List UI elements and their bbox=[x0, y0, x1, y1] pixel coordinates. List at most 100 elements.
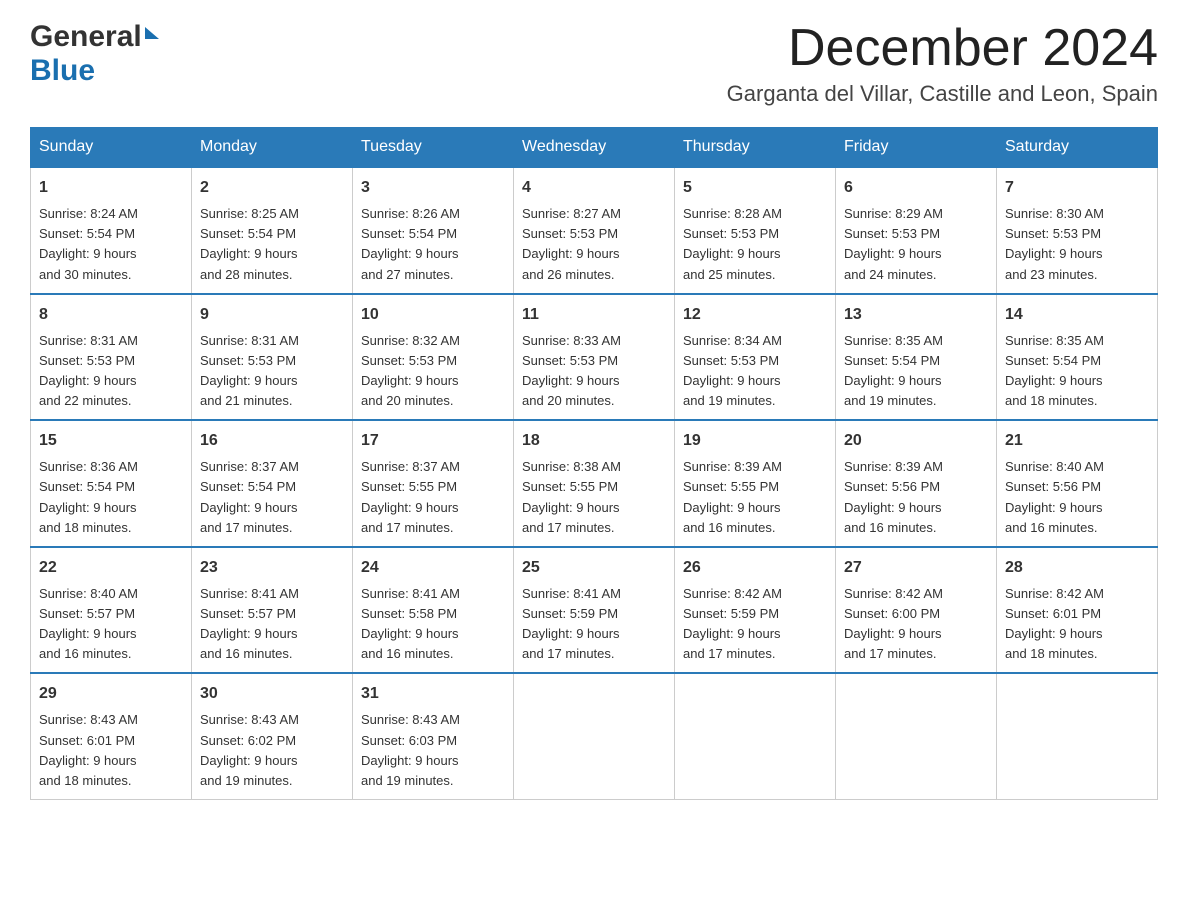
day-info: Sunrise: 8:32 AMSunset: 5:53 PMDaylight:… bbox=[361, 331, 505, 412]
day-number: 13 bbox=[844, 303, 988, 327]
calendar-cell bbox=[675, 673, 836, 799]
day-info: Sunrise: 8:28 AMSunset: 5:53 PMDaylight:… bbox=[683, 204, 827, 285]
day-header-wednesday: Wednesday bbox=[514, 128, 675, 168]
calendar-cell: 1 Sunrise: 8:24 AMSunset: 5:54 PMDaylight… bbox=[31, 167, 192, 294]
day-number: 21 bbox=[1005, 429, 1149, 453]
calendar-cell: 28 Sunrise: 8:42 AMSunset: 6:01 PMDayligh… bbox=[997, 547, 1158, 674]
location-title: Garganta del Villar, Castille and Leon, … bbox=[727, 81, 1158, 107]
calendar-cell: 15 Sunrise: 8:36 AMSunset: 5:54 PMDayligh… bbox=[31, 420, 192, 547]
day-number: 4 bbox=[522, 176, 666, 200]
day-number: 22 bbox=[39, 556, 183, 580]
day-number: 23 bbox=[200, 556, 344, 580]
day-info: Sunrise: 8:31 AMSunset: 5:53 PMDaylight:… bbox=[39, 331, 183, 412]
day-info: Sunrise: 8:41 AMSunset: 5:58 PMDaylight:… bbox=[361, 584, 505, 665]
day-header-monday: Monday bbox=[192, 128, 353, 168]
day-number: 8 bbox=[39, 303, 183, 327]
calendar-cell bbox=[997, 673, 1158, 799]
day-info: Sunrise: 8:31 AMSunset: 5:53 PMDaylight:… bbox=[200, 331, 344, 412]
calendar-cell: 6 Sunrise: 8:29 AMSunset: 5:53 PMDaylight… bbox=[836, 167, 997, 294]
calendar-cell: 27Sunrise: 8:42 AMSunset: 6:00 PMDayligh… bbox=[836, 547, 997, 674]
day-info: Sunrise: 8:43 AMSunset: 6:01 PMDaylight:… bbox=[39, 710, 183, 791]
day-info: Sunrise: 8:42 AMSunset: 6:01 PMDaylight:… bbox=[1005, 584, 1149, 665]
calendar-cell bbox=[836, 673, 997, 799]
day-number: 1 bbox=[39, 176, 183, 200]
day-info: Sunrise: 8:37 AMSunset: 5:54 PMDaylight:… bbox=[200, 457, 344, 538]
calendar-cell: 5 Sunrise: 8:28 AMSunset: 5:53 PMDaylight… bbox=[675, 167, 836, 294]
day-number: 5 bbox=[683, 176, 827, 200]
calendar-cell: 2 Sunrise: 8:25 AMSunset: 5:54 PMDaylight… bbox=[192, 167, 353, 294]
day-info: Sunrise: 8:24 AMSunset: 5:54 PMDaylight:… bbox=[39, 204, 183, 285]
calendar-cell: 23 Sunrise: 8:41 AMSunset: 5:57 PMDayligh… bbox=[192, 547, 353, 674]
day-info: Sunrise: 8:39 AMSunset: 5:55 PMDaylight:… bbox=[683, 457, 827, 538]
day-number: 11 bbox=[522, 303, 666, 327]
day-number: 2 bbox=[200, 176, 344, 200]
day-info: Sunrise: 8:27 AMSunset: 5:53 PMDaylight:… bbox=[522, 204, 666, 285]
calendar-week-row: 8 Sunrise: 8:31 AMSunset: 5:53 PMDaylight… bbox=[31, 294, 1158, 421]
day-number: 31 bbox=[361, 682, 505, 706]
day-number: 10 bbox=[361, 303, 505, 327]
day-header-tuesday: Tuesday bbox=[353, 128, 514, 168]
day-info: Sunrise: 8:35 AMSunset: 5:54 PMDaylight:… bbox=[844, 331, 988, 412]
calendar-cell: 24 Sunrise: 8:41 AMSunset: 5:58 PMDayligh… bbox=[353, 547, 514, 674]
day-info: Sunrise: 8:41 AMSunset: 5:57 PMDaylight:… bbox=[200, 584, 344, 665]
day-info: Sunrise: 8:42 AMSunset: 6:00 PMDaylight:… bbox=[844, 584, 988, 665]
day-info: Sunrise: 8:42 AMSunset: 5:59 PMDaylight:… bbox=[683, 584, 827, 665]
calendar-cell: 3Sunrise: 8:26 AMSunset: 5:54 PMDaylight… bbox=[353, 167, 514, 294]
calendar-cell: 11Sunrise: 8:33 AMSunset: 5:53 PMDayligh… bbox=[514, 294, 675, 421]
day-number: 28 bbox=[1005, 556, 1149, 580]
day-header-sunday: Sunday bbox=[31, 128, 192, 168]
calendar-table: SundayMondayTuesdayWednesdayThursdayFrid… bbox=[30, 127, 1158, 800]
day-number: 12 bbox=[683, 303, 827, 327]
day-number: 17 bbox=[361, 429, 505, 453]
day-number: 20 bbox=[844, 429, 988, 453]
calendar-header-row: SundayMondayTuesdayWednesdayThursdayFrid… bbox=[31, 128, 1158, 168]
logo-general-text: General bbox=[30, 20, 142, 54]
calendar-week-row: 29Sunrise: 8:43 AMSunset: 6:01 PMDayligh… bbox=[31, 673, 1158, 799]
title-block: December 2024 Garganta del Villar, Casti… bbox=[727, 20, 1158, 107]
day-info: Sunrise: 8:40 AMSunset: 5:56 PMDaylight:… bbox=[1005, 457, 1149, 538]
day-number: 18 bbox=[522, 429, 666, 453]
day-number: 24 bbox=[361, 556, 505, 580]
calendar-cell: 25 Sunrise: 8:41 AMSunset: 5:59 PMDayligh… bbox=[514, 547, 675, 674]
calendar-cell: 17 Sunrise: 8:37 AMSunset: 5:55 PMDayligh… bbox=[353, 420, 514, 547]
day-number: 26 bbox=[683, 556, 827, 580]
day-info: Sunrise: 8:40 AMSunset: 5:57 PMDaylight:… bbox=[39, 584, 183, 665]
day-number: 7 bbox=[1005, 176, 1149, 200]
calendar-cell: 9Sunrise: 8:31 AMSunset: 5:53 PMDaylight… bbox=[192, 294, 353, 421]
day-number: 16 bbox=[200, 429, 344, 453]
calendar-cell: 30Sunrise: 8:43 AMSunset: 6:02 PMDayligh… bbox=[192, 673, 353, 799]
page-header: General Blue December 2024 Garganta del … bbox=[30, 20, 1158, 107]
day-info: Sunrise: 8:25 AMSunset: 5:54 PMDaylight:… bbox=[200, 204, 344, 285]
day-number: 14 bbox=[1005, 303, 1149, 327]
calendar-cell: 21 Sunrise: 8:40 AMSunset: 5:56 PMDayligh… bbox=[997, 420, 1158, 547]
calendar-cell: 14Sunrise: 8:35 AMSunset: 5:54 PMDayligh… bbox=[997, 294, 1158, 421]
calendar-cell: 20 Sunrise: 8:39 AMSunset: 5:56 PMDayligh… bbox=[836, 420, 997, 547]
day-header-friday: Friday bbox=[836, 128, 997, 168]
calendar-cell: 29Sunrise: 8:43 AMSunset: 6:01 PMDayligh… bbox=[31, 673, 192, 799]
calendar-cell: 10 Sunrise: 8:32 AMSunset: 5:53 PMDayligh… bbox=[353, 294, 514, 421]
day-number: 15 bbox=[39, 429, 183, 453]
calendar-cell: 13 Sunrise: 8:35 AMSunset: 5:54 PMDayligh… bbox=[836, 294, 997, 421]
day-info: Sunrise: 8:34 AMSunset: 5:53 PMDaylight:… bbox=[683, 331, 827, 412]
month-title: December 2024 bbox=[727, 20, 1158, 77]
day-info: Sunrise: 8:29 AMSunset: 5:53 PMDaylight:… bbox=[844, 204, 988, 285]
day-info: Sunrise: 8:41 AMSunset: 5:59 PMDaylight:… bbox=[522, 584, 666, 665]
calendar-cell: 4 Sunrise: 8:27 AMSunset: 5:53 PMDaylight… bbox=[514, 167, 675, 294]
day-header-saturday: Saturday bbox=[997, 128, 1158, 168]
logo-arrow-icon bbox=[145, 27, 159, 39]
day-info: Sunrise: 8:30 AMSunset: 5:53 PMDaylight:… bbox=[1005, 204, 1149, 285]
day-number: 25 bbox=[522, 556, 666, 580]
day-info: Sunrise: 8:37 AMSunset: 5:55 PMDaylight:… bbox=[361, 457, 505, 538]
logo: General Blue bbox=[30, 20, 159, 88]
day-number: 19 bbox=[683, 429, 827, 453]
calendar-week-row: 22 Sunrise: 8:40 AMSunset: 5:57 PMDayligh… bbox=[31, 547, 1158, 674]
day-info: Sunrise: 8:39 AMSunset: 5:56 PMDaylight:… bbox=[844, 457, 988, 538]
calendar-week-row: 15 Sunrise: 8:36 AMSunset: 5:54 PMDayligh… bbox=[31, 420, 1158, 547]
day-info: Sunrise: 8:38 AMSunset: 5:55 PMDaylight:… bbox=[522, 457, 666, 538]
day-info: Sunrise: 8:26 AMSunset: 5:54 PMDaylight:… bbox=[361, 204, 505, 285]
day-number: 6 bbox=[844, 176, 988, 200]
calendar-cell: 22 Sunrise: 8:40 AMSunset: 5:57 PMDayligh… bbox=[31, 547, 192, 674]
calendar-cell: 31Sunrise: 8:43 AMSunset: 6:03 PMDayligh… bbox=[353, 673, 514, 799]
day-header-thursday: Thursday bbox=[675, 128, 836, 168]
day-info: Sunrise: 8:36 AMSunset: 5:54 PMDaylight:… bbox=[39, 457, 183, 538]
